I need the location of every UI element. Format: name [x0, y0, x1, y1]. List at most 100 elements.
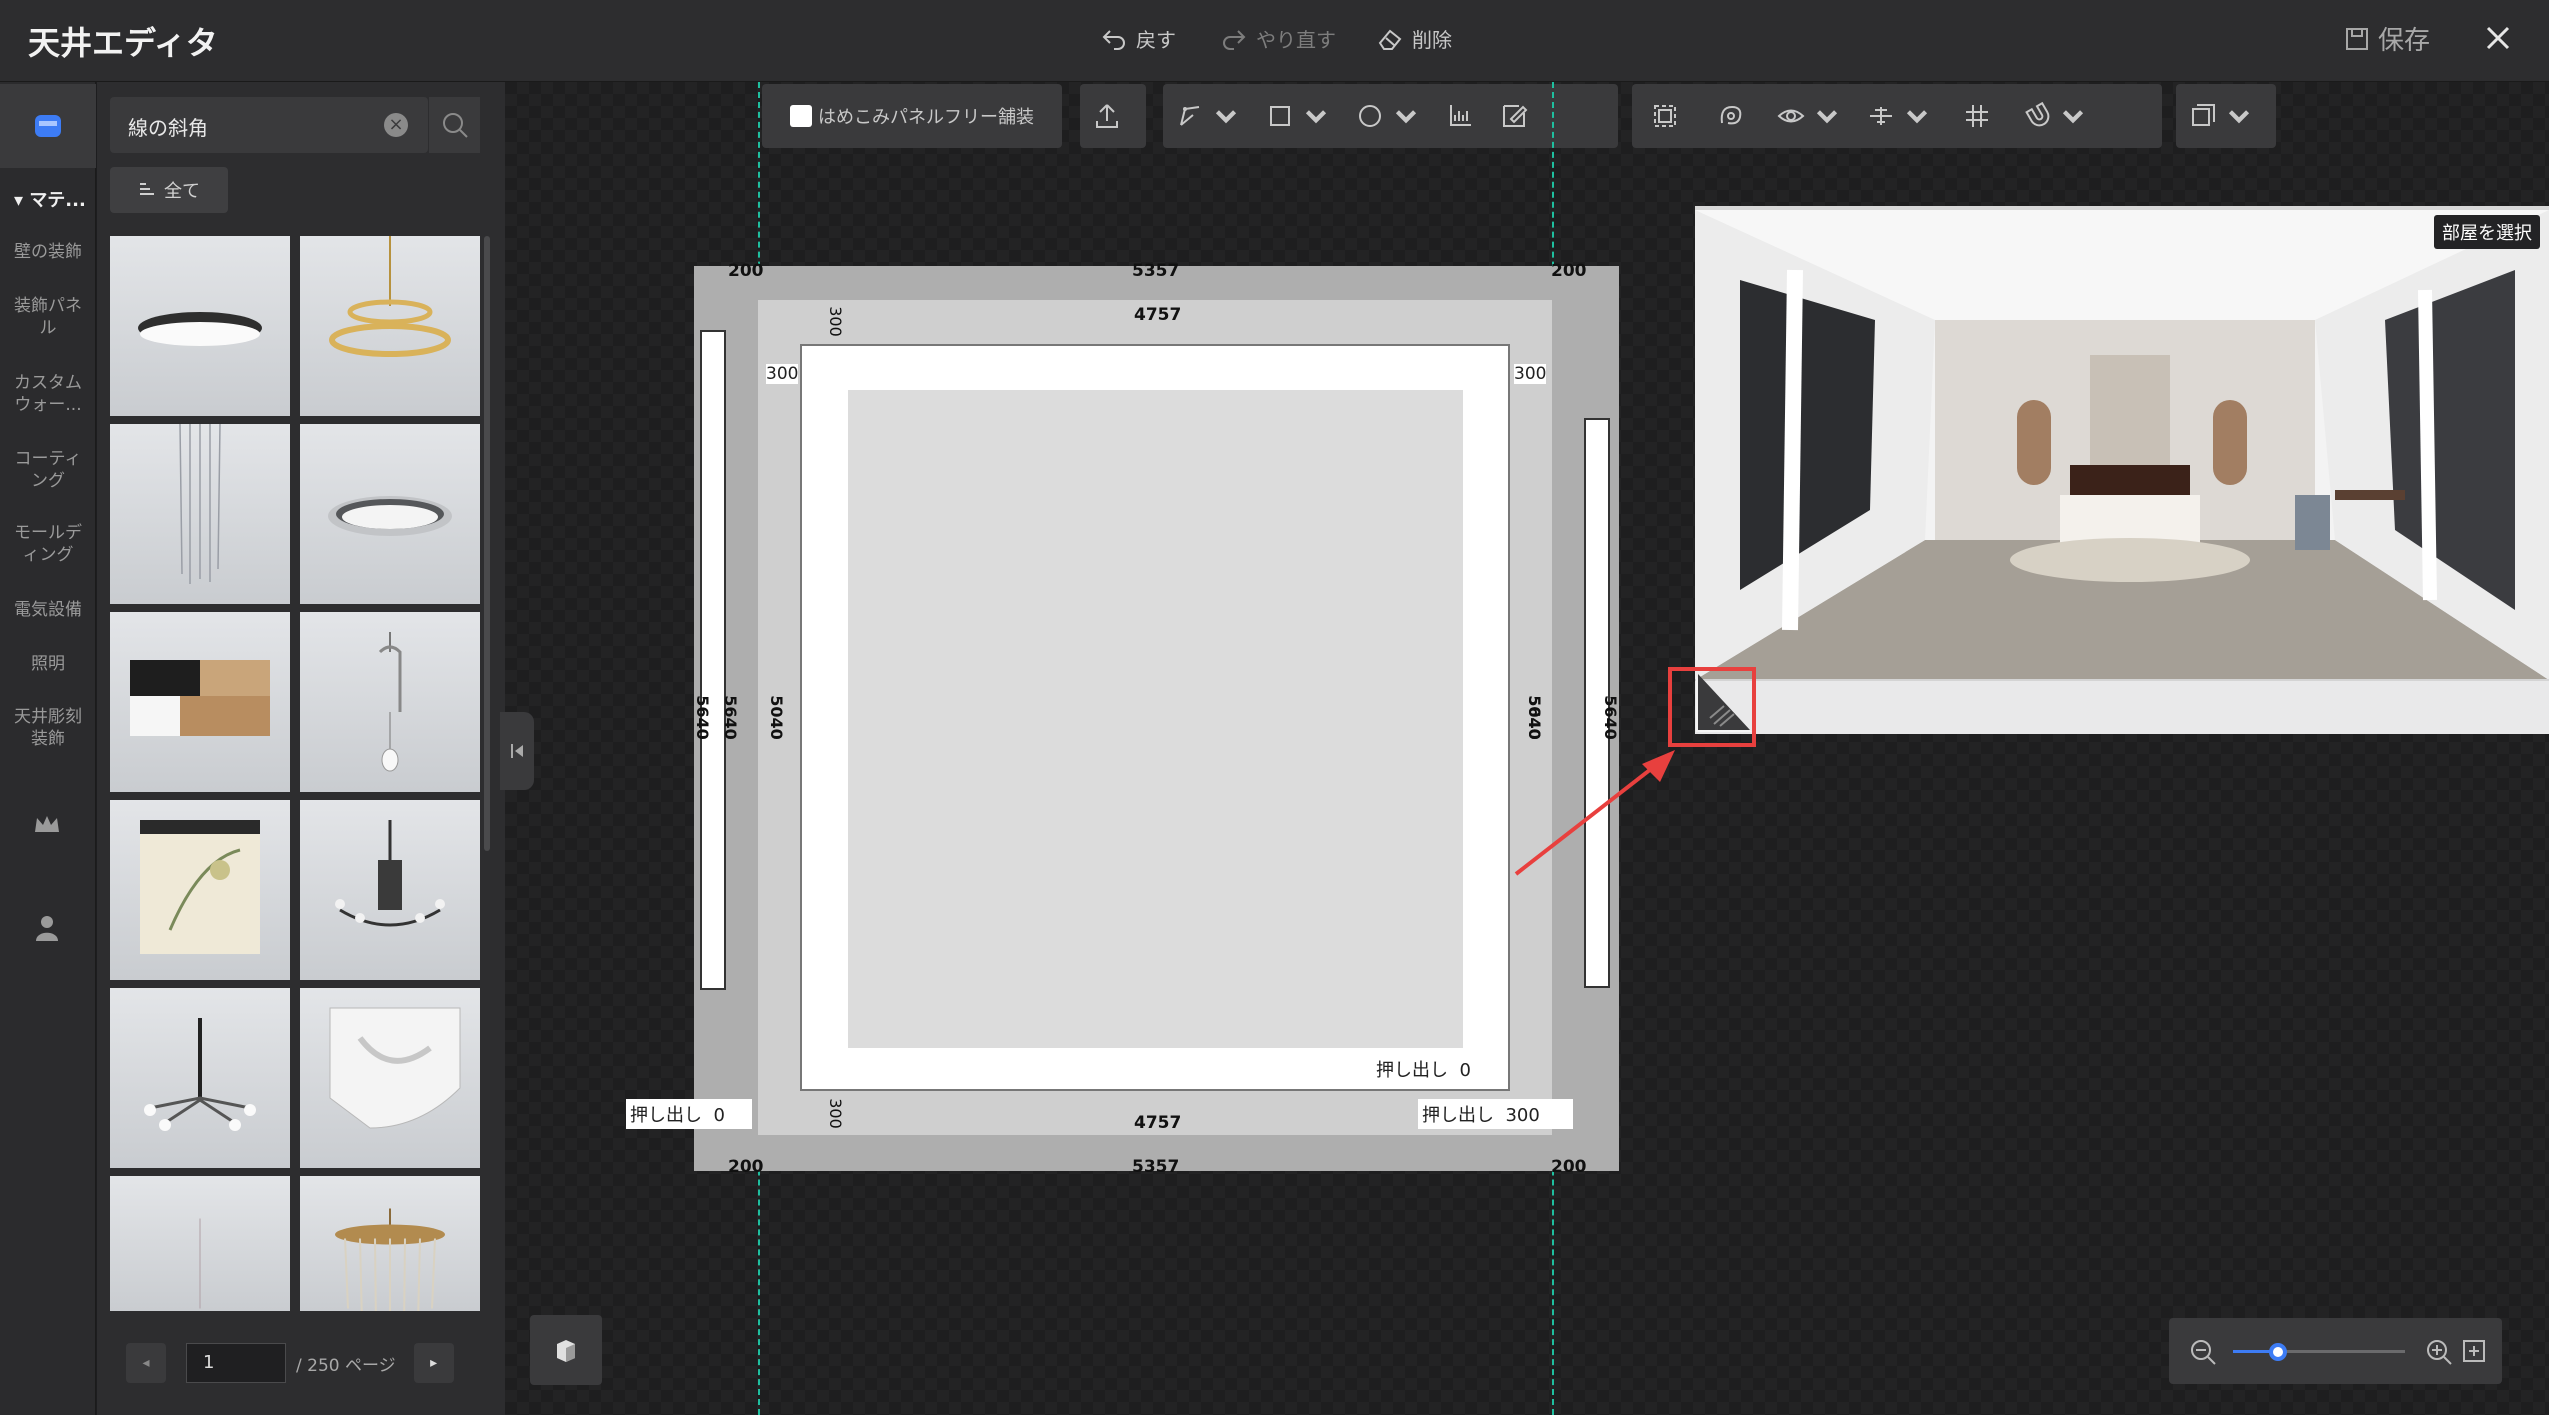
rail-category-lighting[interactable]: 照明 [0, 653, 96, 675]
eraser-icon [1378, 29, 1402, 50]
close-button[interactable] [2478, 18, 2518, 58]
ceiling-center-recess[interactable] [848, 390, 1463, 1048]
catalog-item-lantern-ceiling-light-floral[interactable] [110, 800, 290, 980]
search-input[interactable]: 線の斜角 × [110, 97, 428, 153]
zoom-out-button[interactable] [2189, 1338, 2217, 1370]
save-icon [2346, 27, 2368, 50]
extrude-inner-field[interactable]: 押し出し 0 [1372, 1056, 1475, 1082]
undo-button[interactable]: 戻す [1100, 24, 1176, 53]
dim-outer-width-top: 5357 [1132, 261, 1180, 281]
chevron-down-icon [1906, 110, 1928, 124]
dim-offset-bottom: 300 [825, 1098, 845, 1129]
delete-button[interactable]: 削除 [1376, 24, 1452, 53]
rail-category-electrical[interactable]: 電気設備 [0, 599, 96, 621]
save-button[interactable]: 保存 [2344, 20, 2430, 57]
fit-view-button[interactable] [2461, 1338, 2487, 1368]
zoom-in-button[interactable] [2425, 1338, 2453, 1370]
rail-materials-tab[interactable] [0, 84, 96, 168]
layers-button[interactable] [2176, 84, 2266, 148]
user-icon[interactable] [34, 914, 60, 946]
zoom-slider-track[interactable] [2233, 1343, 2405, 1361]
catalog-item-pendant-ring-chandelier[interactable] [300, 236, 480, 416]
app-title: 天井エディタ [28, 24, 218, 62]
catalog-item-chandelier-classic-dark[interactable] [300, 800, 480, 980]
select-area-icon [1654, 105, 1676, 127]
zoom-slider-knob[interactable] [2268, 1343, 2287, 1361]
rail-category-materials[interactable]: ▾ マテ... [0, 186, 96, 212]
magnet-button[interactable] [2010, 84, 2100, 148]
delete-label: 削除 [1412, 28, 1452, 52]
catalog-item-crystal-strand-chandelier[interactable] [110, 424, 290, 604]
crown-icon[interactable] [32, 812, 62, 840]
chevron-down-icon [1816, 110, 1838, 124]
dim-height-outer-left: 5640 [692, 695, 712, 740]
close-icon [2486, 26, 2510, 50]
rail-category-coating[interactable]: コーティング [0, 448, 96, 492]
edit-shape-icon [1503, 105, 1528, 127]
align-center-icon [1870, 107, 1892, 125]
circle-icon [1359, 105, 1381, 127]
lasso-button[interactable] [1698, 84, 1764, 148]
dim-right-margin-bottom: 200 [1551, 1157, 1587, 1177]
catalog-item-crystal-chandelier-gold[interactable] [300, 1176, 480, 1311]
pave-checkbox[interactable] [790, 105, 812, 127]
catalog-item-ceiling-corbel-ornament[interactable] [300, 988, 480, 1168]
magnet-icon [2025, 101, 2050, 127]
circle-tool-button[interactable] [1343, 84, 1433, 148]
extrude-inner-label: 押し出し [1376, 1060, 1448, 1081]
rect-tool-button[interactable] [1253, 84, 1343, 148]
clear-search-icon[interactable]: × [384, 113, 408, 137]
rail-category-custom-wall[interactable]: カスタムウォー... [0, 372, 96, 416]
search-value: 線の斜角 [128, 116, 208, 140]
filter-all-button[interactable]: 全て [110, 167, 228, 213]
next-page-button[interactable]: ▸ [413, 1343, 454, 1383]
material-box-icon [35, 115, 61, 137]
pen-tool-button[interactable] [1163, 84, 1253, 148]
select-area-button[interactable] [1632, 84, 1698, 148]
rail-category-wall-decor[interactable]: 壁の装飾 [0, 241, 96, 263]
rail-category-molding[interactable]: モールディング [0, 522, 96, 566]
room-select-button[interactable]: 部屋を選択 [2434, 215, 2540, 249]
catalog-item-pendant-multi-arm[interactable] [110, 988, 290, 1168]
align-button[interactable] [1854, 84, 1944, 148]
catalog-scrollbar[interactable] [484, 236, 490, 851]
search-button[interactable] [428, 97, 480, 153]
catalog-item-ceiling-light-square-wood[interactable] [110, 612, 290, 792]
lasso-icon [1720, 105, 1742, 125]
chevron-down-icon [2228, 110, 2250, 124]
dim-height-outer-right-2: 5640 [1600, 695, 1620, 740]
extrude-right-field[interactable]: 押し出し 300 [1418, 1099, 1573, 1129]
dim-inner-width-top: 4757 [1134, 305, 1182, 325]
layers-copy-icon [2192, 104, 2215, 126]
upload-button[interactable] [1080, 84, 1134, 148]
filter-all-label: 全て [164, 181, 200, 202]
dim-outer-width-bottom: 5357 [1132, 1157, 1180, 1177]
pave-toggle[interactable]: はめこみパネルフリー舗装 [762, 84, 1046, 148]
measure-tool-button[interactable] [1433, 84, 1487, 148]
chevron-down-icon [1395, 110, 1417, 124]
catalog-item-ceiling-light-round-ring[interactable] [300, 424, 480, 604]
prev-page-button[interactable]: ◂ [126, 1343, 166, 1383]
redo-label: やり直す [1256, 28, 1336, 52]
edit-shape-button[interactable] [1487, 84, 1541, 148]
collapse-panel-button[interactable] [500, 712, 534, 790]
pager: ◂ 1 / 250 ページ ▸ [126, 1336, 456, 1390]
extrude-left-field[interactable]: 押し出し 0 [626, 1099, 752, 1129]
dim-height-outer-right: 5640 [1524, 695, 1544, 740]
room-3d-preview[interactable] [1695, 206, 2549, 734]
redo-button[interactable]: やり直す [1220, 24, 1336, 53]
catalog-item-ceiling-light-round-flat[interactable] [110, 236, 290, 416]
rail-category-deco-panel[interactable]: 装飾パネル [0, 295, 96, 339]
catalog-item-crystal-chandelier-pink[interactable] [110, 1176, 290, 1311]
rail-category-ceiling-carving[interactable]: 天井彫刻装飾 [0, 706, 96, 750]
visibility-button[interactable] [1764, 84, 1854, 148]
extrude-right-value: 300 [1505, 1105, 1540, 1126]
page-input[interactable]: 1 [186, 1343, 286, 1383]
grid-button[interactable] [1944, 84, 2010, 148]
extrude-left-label: 押し出し [630, 1105, 702, 1126]
catalog-item-pendant-single-bulb[interactable] [300, 612, 480, 792]
dim-inner-width-bottom: 4757 [1134, 1113, 1182, 1133]
view-3d-button[interactable] [530, 1315, 602, 1385]
bedroom-render [1695, 210, 2549, 681]
dim-left-margin-bottom: 200 [728, 1157, 764, 1177]
